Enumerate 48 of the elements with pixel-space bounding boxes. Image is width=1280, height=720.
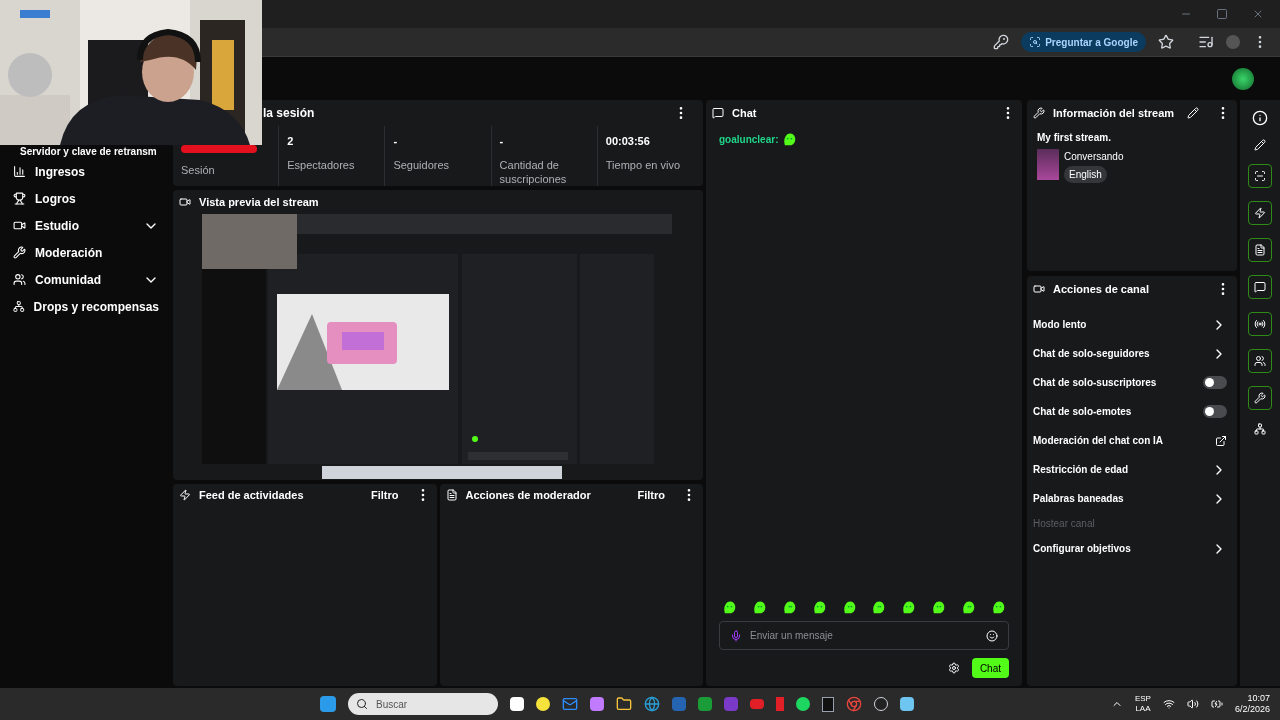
stat-value: 2 [287, 134, 295, 148]
channel-action-item[interactable]: Chat de solo-suscriptores [1033, 375, 1203, 390]
sidebar-item[interactable]: Comunidad [0, 266, 173, 293]
stat-label: Cantidad de suscripciones [499, 158, 568, 186]
stat-value: - [499, 134, 505, 148]
filter-button[interactable]: Filtro [637, 486, 665, 504]
stat-label: Seguidores [393, 158, 451, 172]
stream-title: My first stream. [1036, 131, 1112, 145]
chat-username[interactable]: goalunclear: [719, 132, 779, 147]
ask-google-button[interactable]: Preguntar a Google [1021, 32, 1146, 52]
stat-value: - [393, 134, 399, 148]
sidebar-item[interactable]: Ingresos [0, 158, 173, 185]
panel-title: Chat [732, 105, 758, 121]
keyboard-layout[interactable]: LAA [1135, 704, 1151, 714]
channel-action-item[interactable]: Modo lento [1033, 317, 1211, 332]
category-name[interactable]: Conversando [1064, 149, 1124, 164]
stat-label: Espectadores [287, 158, 356, 172]
channel-action-item[interactable]: Chat de solo-seguidores [1033, 346, 1211, 361]
channel-action-item[interactable]: Moderación del chat con IA [1033, 433, 1215, 448]
channel-action-item[interactable]: Chat de solo-emotes [1033, 404, 1203, 419]
language-tag: English [1064, 166, 1107, 183]
sidebar-item[interactable]: Drops y recompensas [0, 293, 173, 320]
sidebar-item[interactable]: Moderación [0, 239, 173, 266]
filter-button[interactable]: Filtro [371, 486, 399, 504]
sidebar-item[interactable]: Servidor y clave de retransm [20, 146, 157, 158]
sidebar-item[interactable]: Logros [0, 185, 173, 212]
panel-title: Acciones de moderador [465, 487, 592, 503]
clock-date[interactable]: 6/2/2026 [1234, 704, 1270, 715]
stat-value: 00:03:56 [605, 134, 651, 148]
sidebar-item[interactable]: Estudio [0, 212, 173, 239]
panel-title: Feed de actividades [199, 487, 305, 503]
search-input[interactable]: Buscar [376, 696, 490, 712]
clock-time[interactable]: 10:07 [1247, 693, 1270, 704]
channel-action-item[interactable]: Configurar objetivos [1033, 541, 1211, 556]
message-field[interactable]: Enviar un mensaje [719, 621, 1009, 650]
panel-title: Acciones de canal [1053, 281, 1150, 297]
chat-send-button[interactable]: Chat [971, 658, 1009, 678]
language-indicator[interactable]: ESP [1134, 694, 1151, 704]
panel-title: Vista previa del stream [199, 194, 319, 210]
channel-action-item[interactable]: Palabras baneadas [1033, 491, 1211, 506]
stat-label: Sesión [181, 163, 216, 177]
message-input[interactable]: Enviar un mensaje [750, 628, 978, 643]
panel-title: la sesión [263, 105, 315, 122]
panel-title: Información del stream [1053, 105, 1176, 121]
search-field[interactable]: Buscar [348, 693, 498, 715]
channel-action-item[interactable]: Restricción de edad [1033, 462, 1211, 477]
channel-action-item: Hostear canal [1033, 517, 1096, 531]
stat-label: Tiempo en vivo [605, 158, 681, 172]
